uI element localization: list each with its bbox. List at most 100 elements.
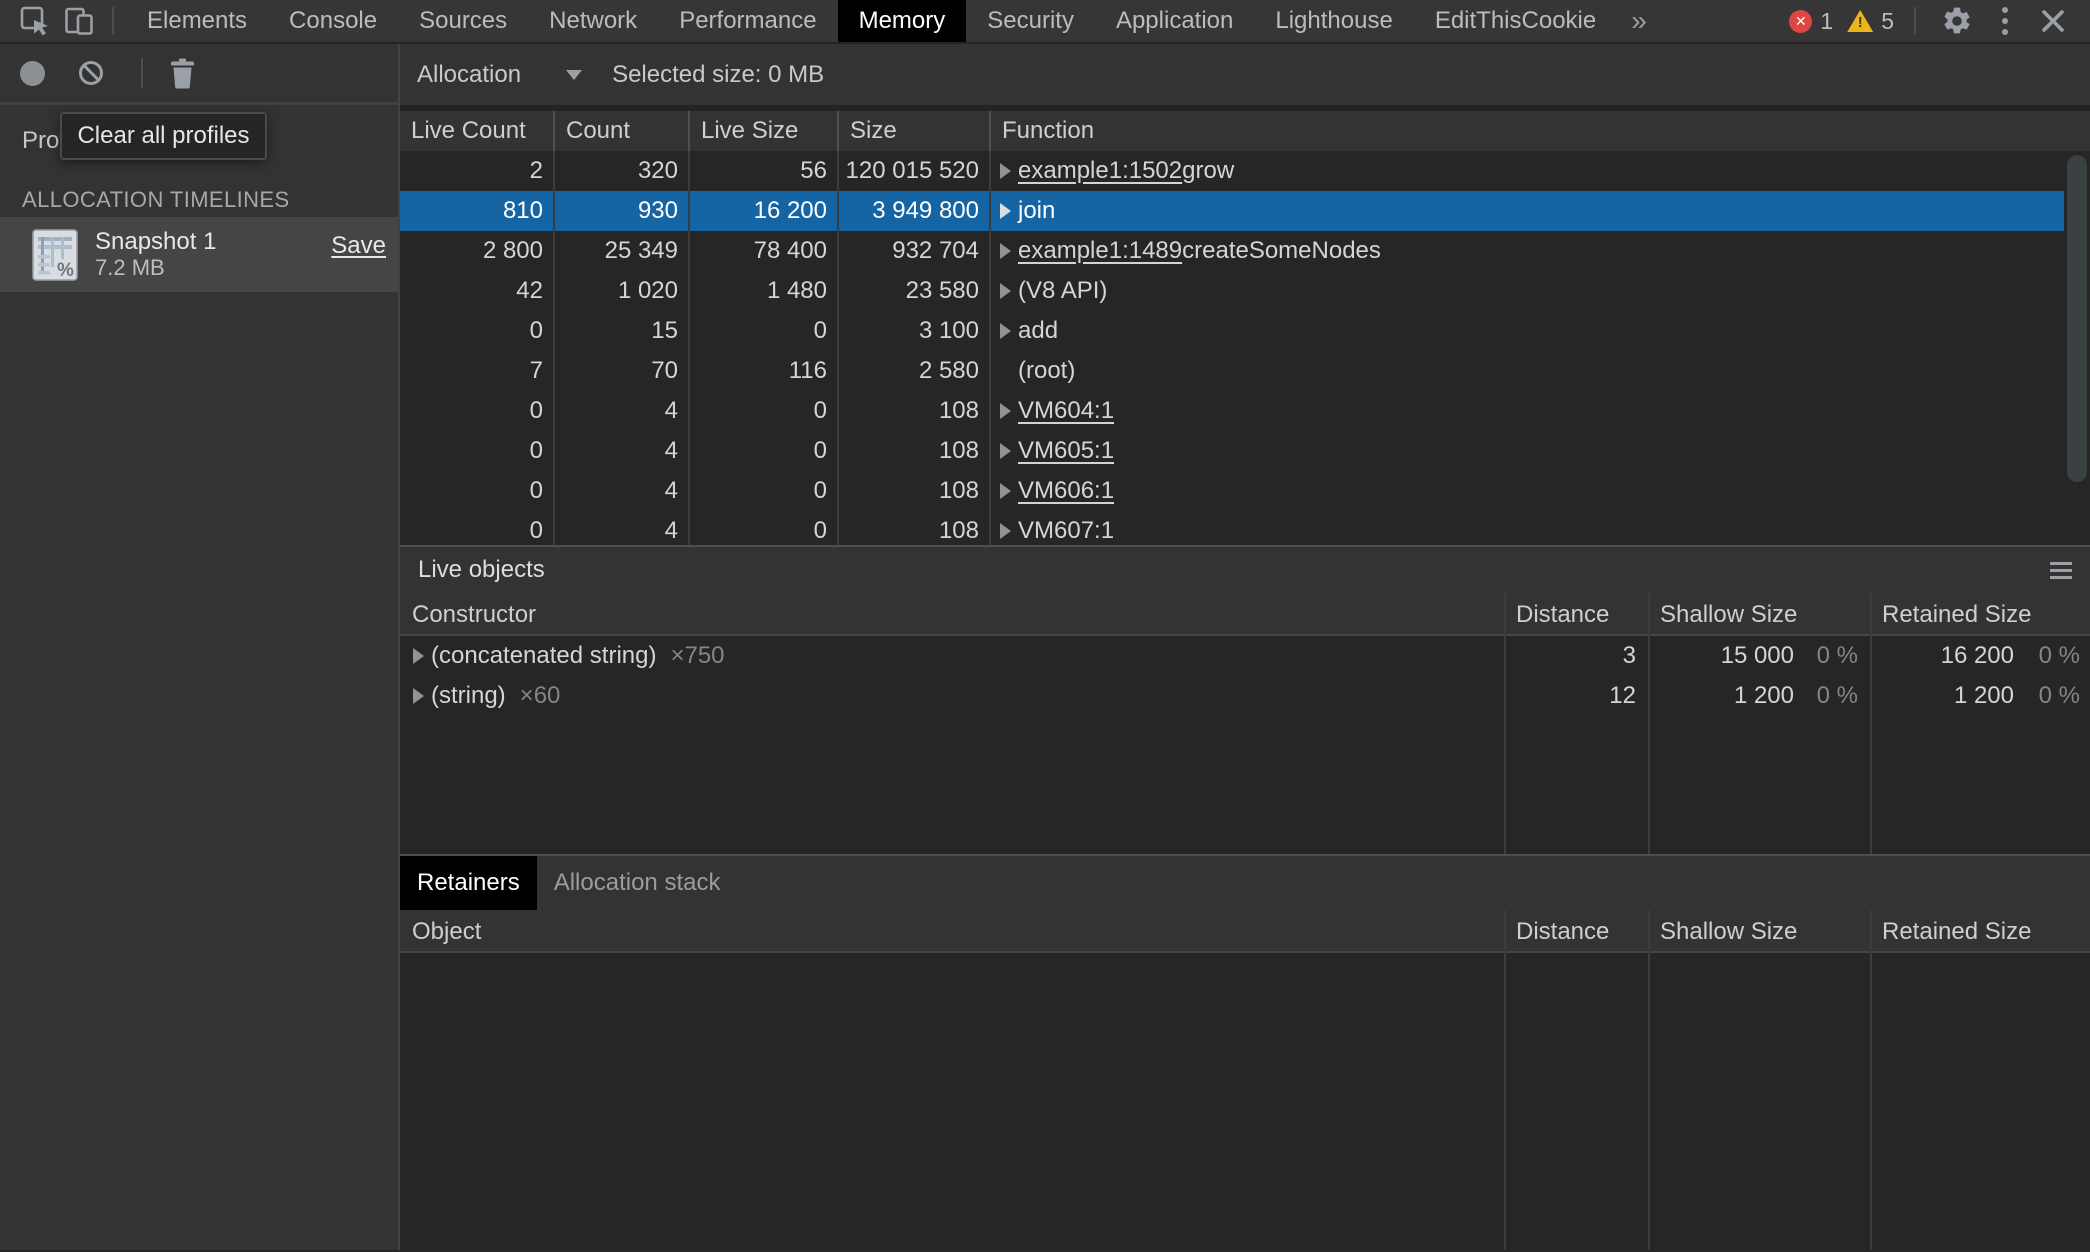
cell-distance: 3	[1504, 636, 1648, 676]
tab-elements[interactable]: Elements	[126, 0, 268, 42]
scrollbar-thumb[interactable]	[2067, 155, 2087, 482]
table-row[interactable]: 0 15 0 3 100 add	[400, 311, 2064, 351]
cell-live-size: 0	[690, 311, 839, 351]
pane-menu-icon[interactable]	[2050, 562, 2072, 579]
allocation-grid-header: Live Count Count Live Size Size Function	[400, 111, 2090, 151]
device-toolbar-icon[interactable]	[62, 4, 96, 38]
delete-profile-icon[interactable]	[169, 58, 196, 89]
tab-retainers[interactable]: Retainers	[400, 856, 537, 910]
snapshot-title: Snapshot 1	[95, 229, 216, 255]
live-objects-header: Constructor Distance Shallow Size Retain…	[400, 593, 2090, 636]
table-row[interactable]: 2 320 56 120 015 520 example1:1502grow	[400, 151, 2064, 191]
tab-lighthouse[interactable]: Lighthouse	[1254, 0, 1413, 42]
cell-size: 23 580	[839, 271, 991, 311]
col-header-retained-size[interactable]: Retained Size	[1870, 910, 2090, 951]
tab-allocation-stack[interactable]: Allocation stack	[537, 856, 738, 910]
snapshot-text: Snapshot 1 7.2 MB	[95, 229, 216, 281]
more-options-icon[interactable]	[1986, 2, 2024, 40]
cell-count: 70	[555, 351, 690, 391]
snapshot-list-item[interactable]: % Snapshot 1 7.2 MB Save	[0, 217, 398, 292]
expand-arrow-icon[interactable]	[413, 688, 424, 704]
cell-function: example1:1502grow	[991, 151, 2064, 191]
expand-arrow-icon[interactable]	[413, 648, 424, 664]
col-header-distance[interactable]: Distance	[1504, 910, 1648, 951]
expand-arrow-icon[interactable]	[1000, 203, 1011, 219]
table-row[interactable]: 2 800 25 349 78 400 932 704 example1:148…	[400, 231, 2064, 271]
tab-sources[interactable]: Sources	[398, 0, 528, 42]
col-header-live-count[interactable]: Live Count	[400, 111, 555, 151]
clear-all-profiles-button[interactable]	[79, 61, 103, 85]
tab-memory[interactable]: Memory	[838, 0, 967, 42]
cell-function: (V8 API)	[991, 271, 2064, 311]
cell-function: example1:1489createSomeNodes	[991, 231, 2064, 271]
col-header-retained-size[interactable]: Retained Size	[1870, 593, 2090, 634]
settings-gear-icon[interactable]	[1938, 2, 1976, 40]
tab-editthiscookie[interactable]: EditThisCookie	[1414, 0, 1617, 42]
expand-arrow-icon[interactable]	[1000, 163, 1011, 179]
col-header-shallow-size[interactable]: Shallow Size	[1648, 910, 1870, 951]
cell-function: VM606:1	[991, 471, 2064, 511]
scrollbar-track[interactable]	[2064, 151, 2090, 545]
source-link[interactable]: VM606:1	[1018, 471, 1114, 511]
col-header-distance[interactable]: Distance	[1504, 593, 1648, 634]
col-header-object[interactable]: Object	[400, 910, 1504, 951]
table-row[interactable]: 0 4 0 108 VM604:1	[400, 391, 2064, 431]
col-header-live-size[interactable]: Live Size	[690, 111, 839, 151]
profile-view-dropdown[interactable]: Allocation	[417, 61, 582, 89]
expand-arrow-icon[interactable]	[1000, 403, 1011, 419]
col-header-function[interactable]: Function	[991, 111, 2090, 151]
record-button[interactable]	[20, 61, 45, 86]
live-objects-title: Live objects	[418, 556, 545, 584]
live-objects-title-bar: Live objects	[400, 547, 2090, 593]
table-row[interactable]: 7 70 116 2 580 (root)	[400, 351, 2064, 391]
close-icon[interactable]	[2034, 2, 2072, 40]
tab-security[interactable]: Security	[966, 0, 1095, 42]
save-link[interactable]: Save	[331, 232, 386, 260]
col-header-shallow-size[interactable]: Shallow Size	[1648, 593, 1870, 634]
table-row[interactable]: 0 4 0 108 VM606:1	[400, 471, 2064, 511]
cell-function: VM604:1	[991, 391, 2064, 431]
source-link[interactable]: VM604:1	[1018, 391, 1114, 431]
expand-arrow-icon[interactable]	[1000, 523, 1011, 539]
table-row[interactable]: 42 1 020 1 480 23 580 (V8 API)	[400, 271, 2064, 311]
expand-arrow-icon[interactable]	[1000, 443, 1011, 459]
cell-size: 108	[839, 471, 991, 511]
constructor-row[interactable]: (string)×60 12 1 2000 % 1 2000 %	[400, 676, 2090, 716]
column-divider	[1504, 910, 1506, 1250]
retainers-pane: Retainers Allocation stack Object Distan…	[400, 854, 2090, 1250]
expand-arrow-icon[interactable]	[1000, 483, 1011, 499]
allocation-grid-body: 2 320 56 120 015 520 example1:1502grow 8…	[400, 151, 2090, 545]
warning-badge[interactable]: ! 5	[1847, 8, 1894, 35]
col-header-constructor[interactable]: Constructor	[400, 593, 1504, 634]
cell-size: 2 580	[839, 351, 991, 391]
profiles-list: Prof Clear all profiles ALLOCATION TIMEL…	[0, 105, 398, 1247]
instance-count: ×60	[520, 676, 561, 716]
tab-network[interactable]: Network	[528, 0, 658, 42]
function-name: join	[1018, 191, 1055, 231]
tab-performance[interactable]: Performance	[658, 0, 837, 42]
source-link[interactable]: example1:1489	[1018, 231, 1182, 271]
table-row-selected[interactable]: 810 930 16 200 3 949 800 join	[400, 191, 2064, 231]
tab-console[interactable]: Console	[268, 0, 398, 42]
inspect-element-icon[interactable]	[18, 4, 52, 38]
cell-constructor: (string)×60	[400, 676, 1504, 716]
expand-arrow-icon[interactable]	[1000, 243, 1011, 259]
cell-count: 4	[555, 391, 690, 431]
profiles-sidebar: Prof Clear all profiles ALLOCATION TIMEL…	[0, 44, 400, 1250]
col-header-size[interactable]: Size	[839, 111, 991, 151]
memory-panel: Allocation Selected size: 0 MB Live Coun…	[400, 44, 2090, 1250]
col-header-count[interactable]: Count	[555, 111, 690, 151]
cell-shallow-size: 1 2000 %	[1648, 676, 1870, 716]
tab-application[interactable]: Application	[1095, 0, 1254, 42]
table-row[interactable]: 0 4 0 108 VM605:1	[400, 431, 2064, 471]
error-badge[interactable]: ✕ 1	[1789, 8, 1833, 35]
expand-arrow-icon[interactable]	[1000, 323, 1011, 339]
source-link[interactable]: example1:1502	[1018, 151, 1182, 191]
table-row[interactable]: 0 4 0 108 VM607:1	[400, 511, 2064, 545]
constructor-row[interactable]: (concatenated string)×750 3 15 0000 % 16…	[400, 636, 2090, 676]
cell-size: 3 100	[839, 311, 991, 351]
source-link[interactable]: VM605:1	[1018, 431, 1114, 471]
more-tabs-icon[interactable]: »	[1617, 0, 1661, 42]
expand-arrow-icon[interactable]	[1000, 283, 1011, 299]
retainers-tabstrip: Retainers Allocation stack	[400, 856, 2090, 910]
